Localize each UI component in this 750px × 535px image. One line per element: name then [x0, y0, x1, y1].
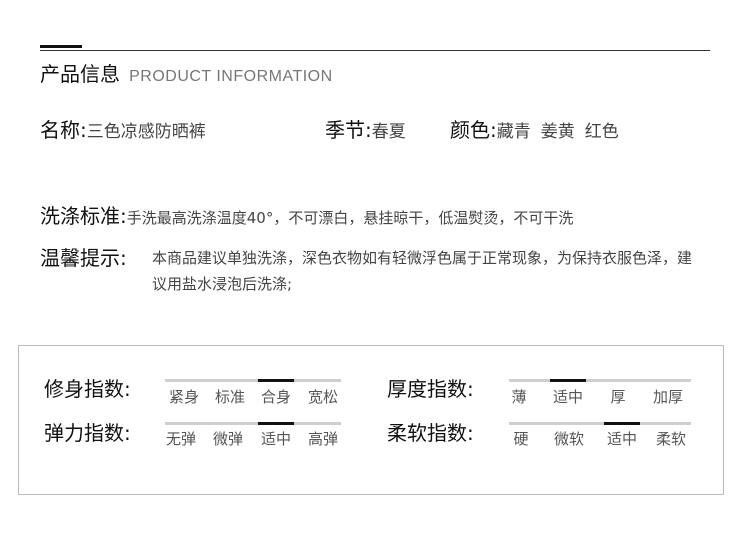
softness-index-label: 柔软指数:: [387, 421, 474, 445]
fit-option: 标准: [214, 388, 245, 406]
elastic-scale-selected: [258, 422, 294, 425]
index-panel: 修身指数: 紧身 标准 合身 宽松 厚度指数: 薄 适中 厚 加厚 弹力指数: …: [18, 345, 724, 495]
header-title-en: PRODUCT INFORMATION: [129, 68, 333, 85]
fit-option: 紧身: [168, 388, 199, 406]
fit-option: 宽松: [307, 388, 338, 406]
color-option: 姜黄: [540, 122, 575, 142]
softness-scale-bar: [509, 422, 691, 425]
elastic-option: 适中: [260, 430, 291, 448]
name-field: 名称:三色凉感防晒裤: [40, 114, 206, 143]
fit-scale-bar: [165, 379, 341, 382]
thickness-index-label: 厚度指数:: [387, 377, 474, 401]
elastic-scale-bar: [165, 422, 341, 425]
softness-option: 微软: [553, 430, 584, 448]
elastic-option: 无弹: [165, 430, 196, 448]
name-label: 名称:: [40, 118, 87, 142]
thickness-option: 薄: [511, 388, 527, 406]
thickness-option: 厚: [610, 388, 626, 406]
washing-text: 手洗最高洗涤温度40°，不可漂白，悬挂晾干，低温熨烫，不可干洗: [126, 209, 574, 227]
elastic-option: 高弹: [307, 430, 338, 448]
softness-option: 硬: [513, 430, 529, 448]
washing-label: 洗涤标准:: [40, 204, 127, 228]
season-field: 季节:春夏: [325, 114, 406, 143]
name-value: 三色凉感防晒裤: [86, 122, 206, 142]
header-title-cn: 产品信息: [40, 62, 120, 86]
thickness-scale-bar: [509, 379, 691, 382]
fit-index-label: 修身指数:: [44, 377, 131, 401]
color-label: 颜色:: [450, 118, 497, 142]
elastic-index-label: 弹力指数:: [44, 421, 131, 445]
elastic-option: 微弹: [212, 430, 243, 448]
fit-option: 合身: [260, 388, 291, 406]
season-value: 春夏: [371, 122, 406, 142]
tips-label: 温馨提示:: [40, 246, 127, 270]
washing-field: 洗涤标准:手洗最高洗涤温度40°，不可漂白，悬挂晾干，低温熨烫，不可干洗: [40, 200, 573, 229]
softness-option: 柔软: [655, 430, 686, 448]
season-label: 季节:: [325, 118, 372, 142]
header-accent-bar: [40, 45, 82, 48]
thickness-option: 加厚: [652, 388, 683, 406]
thickness-option: 适中: [552, 388, 583, 406]
thickness-scale-selected: [550, 379, 586, 382]
header-divider: [40, 50, 710, 51]
section-header: 产品信息 PRODUCT INFORMATION: [40, 58, 333, 87]
color-option: 藏青: [496, 122, 531, 142]
softness-scale-selected: [604, 422, 640, 425]
fit-scale-selected: [258, 379, 294, 382]
color-option: 红色: [584, 122, 619, 142]
tips-text: 本商品建议单独洗涤，深色衣物如有轻微浮色属于正常现象，为保持衣服色泽，建议用盐水…: [152, 249, 693, 293]
softness-option: 适中: [606, 430, 637, 448]
color-field: 颜色:藏青 姜黄 红色: [450, 114, 619, 143]
